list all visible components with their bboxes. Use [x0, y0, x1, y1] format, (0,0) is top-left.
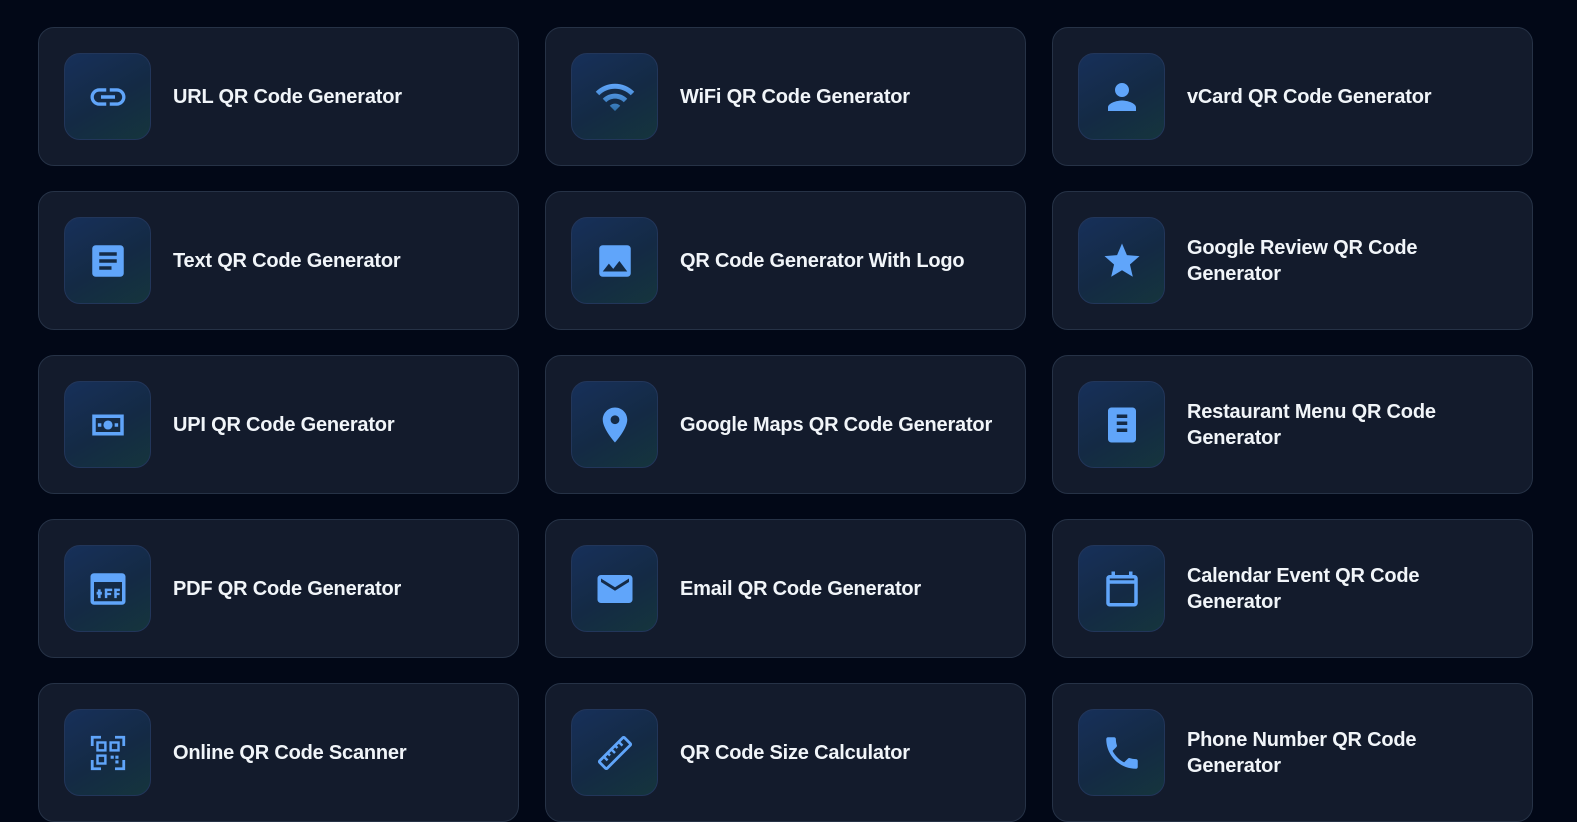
phone-icon [1078, 709, 1165, 796]
tool-card-scanner[interactable]: Online QR Code Scanner [38, 683, 519, 822]
person-icon [1078, 53, 1165, 140]
link-icon [64, 53, 151, 140]
qr-scan-icon [64, 709, 151, 796]
tool-label: PDF QR Code Generator [173, 577, 402, 600]
tool-card-url[interactable]: URL QR Code Generator [38, 27, 519, 166]
menu-book-icon [1078, 381, 1165, 468]
tool-label: Email QR Code Generator [680, 577, 922, 600]
tool-card-upi[interactable]: UPI QR Code Generator [38, 355, 519, 494]
tool-card-size-calculator[interactable]: QR Code Size Calculator [545, 683, 1026, 822]
tool-card-email[interactable]: Email QR Code Generator [545, 519, 1026, 658]
image-icon [571, 217, 658, 304]
ruler-icon [571, 709, 658, 796]
calendar-icon [1078, 545, 1165, 632]
wifi-icon [571, 53, 658, 140]
tool-card-pdf[interactable]: PDF QR Code Generator [38, 519, 519, 658]
money-icon [64, 381, 151, 468]
tool-card-wifi[interactable]: WiFi QR Code Generator [545, 27, 1026, 166]
tool-card-restaurant-menu[interactable]: Restaurant Menu QR Code Generator [1052, 355, 1533, 494]
star-icon [1078, 217, 1165, 304]
mail-icon [571, 545, 658, 632]
tool-label: Google Review QR Code Generator [1187, 236, 1418, 285]
tool-card-calendar[interactable]: Calendar Event QR Code Generator [1052, 519, 1533, 658]
tool-card-text[interactable]: Text QR Code Generator [38, 191, 519, 330]
tool-label: UPI QR Code Generator [173, 413, 395, 436]
tool-label: WiFi QR Code Generator [680, 85, 910, 108]
tool-label: QR Code Generator With Logo [680, 249, 965, 272]
tool-label: Text QR Code Generator [173, 249, 401, 272]
tool-card-google-maps[interactable]: Google Maps QR Code Generator [545, 355, 1026, 494]
map-pin-icon [571, 381, 658, 468]
tool-card-google-review[interactable]: Google Review QR Code Generator [1052, 191, 1533, 330]
document-icon [64, 217, 151, 304]
tool-card-logo[interactable]: QR Code Generator With Logo [545, 191, 1026, 330]
tool-label: Calendar Event QR Code Generator [1187, 564, 1420, 613]
tool-label: URL QR Code Generator [173, 85, 402, 108]
tool-card-phone-number[interactable]: Phone Number QR Code Generator [1052, 683, 1533, 822]
tool-label: Online QR Code Scanner [173, 741, 407, 764]
tool-card-vcard[interactable]: vCard QR Code Generator [1052, 27, 1533, 166]
tool-label: vCard QR Code Generator [1187, 85, 1432, 108]
tool-label: Restaurant Menu QR Code Generator [1187, 400, 1436, 449]
tool-label: QR Code Size Calculator [680, 741, 910, 764]
tool-label: Google Maps QR Code Generator [680, 413, 993, 436]
qr-tools-grid: URL QR Code Generator WiFi QR Code Gener… [38, 27, 1539, 822]
pdf-icon [64, 545, 151, 632]
